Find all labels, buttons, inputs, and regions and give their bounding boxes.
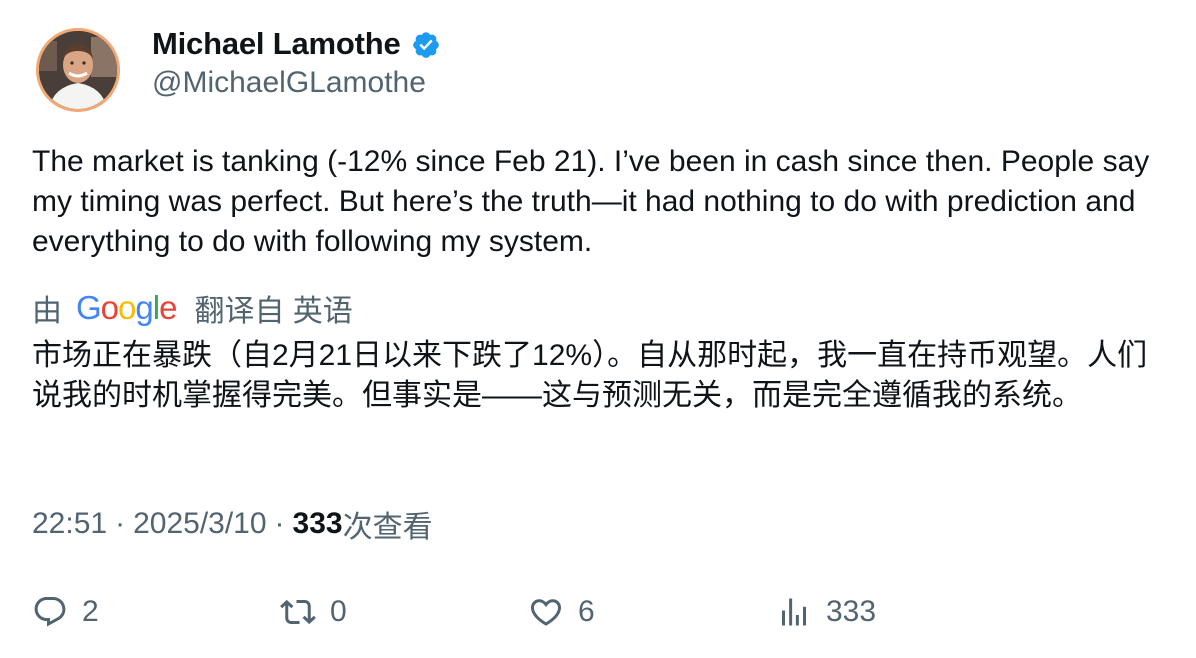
like-count: 6 bbox=[578, 595, 595, 628]
meta-separator: · bbox=[115, 507, 126, 540]
retweet-count: 0 bbox=[330, 595, 347, 628]
tweet-header: Michael Lamothe @MichaelGLamothe bbox=[36, 26, 441, 112]
retweet-button[interactable]: 0 bbox=[280, 590, 347, 634]
tweet-page: Michael Lamothe @MichaelGLamothe The mar… bbox=[0, 0, 1196, 658]
avatar[interactable] bbox=[36, 28, 120, 112]
analytics-icon bbox=[782, 598, 806, 626]
reply-icon bbox=[34, 597, 66, 627]
views-action-count: 333 bbox=[826, 595, 877, 628]
author-names: Michael Lamothe @MichaelGLamothe bbox=[152, 24, 441, 100]
avatar-portrait-icon bbox=[39, 31, 117, 109]
views-label: 次查看 bbox=[342, 511, 433, 544]
google-logo: Google bbox=[76, 289, 177, 326]
views-button[interactable]: 333 bbox=[776, 590, 876, 634]
author-handle[interactable]: @MichaelGLamothe bbox=[152, 66, 441, 100]
meta-separator: · bbox=[274, 507, 285, 540]
views-count: 333 bbox=[292, 507, 343, 540]
tweet-time[interactable]: 22:51 bbox=[32, 507, 107, 541]
verified-badge-icon[interactable] bbox=[411, 30, 441, 60]
like-button[interactable]: 6 bbox=[528, 590, 595, 634]
reply-count: 2 bbox=[82, 595, 99, 628]
reply-button[interactable]: 2 bbox=[32, 590, 99, 634]
heart-icon bbox=[530, 599, 562, 626]
action-bar: 2 0 6 333 bbox=[32, 590, 1172, 634]
retweet-icon bbox=[280, 599, 316, 625]
tweet-date[interactable]: 2025/3/10 bbox=[133, 507, 266, 541]
translated-text: 市场正在暴跌（自2月21日以来下跌了12%）。自从那时起，我一直在持币观望。人们… bbox=[32, 339, 1148, 412]
translation-attribution[interactable]: 由 Google 翻译自 英语 bbox=[32, 286, 353, 330]
tweet-text: The market is tanking (-12% since Feb 21… bbox=[32, 145, 1150, 258]
translation-suffix: 翻译自 英语 bbox=[194, 295, 353, 328]
display-name-row: Michael Lamothe bbox=[152, 24, 441, 64]
tweet-meta: 22:51 · 2025/3/10 · 333 次查看 bbox=[32, 504, 433, 544]
translation-prefix: 由 bbox=[32, 295, 62, 328]
display-name[interactable]: Michael Lamothe bbox=[152, 26, 401, 62]
